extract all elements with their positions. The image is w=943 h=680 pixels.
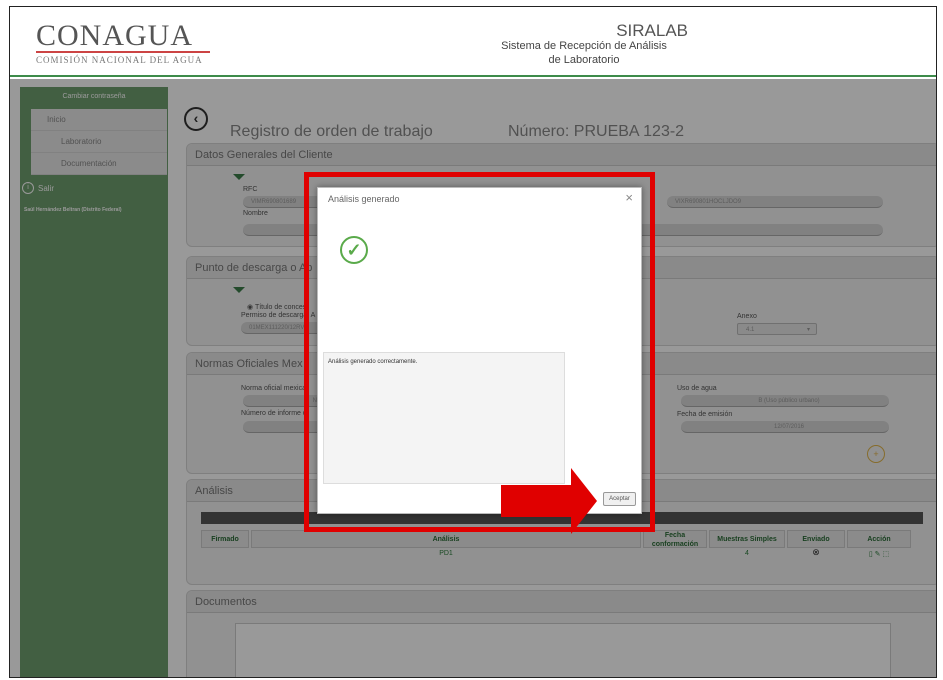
arrow-head-icon (571, 468, 597, 534)
header: CONAGUA COMISIÓN NACIONAL DEL AGUA SIRAL… (10, 7, 936, 77)
system-subtitle: Sistema de Recepción de Análisis de Labo… (480, 39, 688, 67)
system-line-1: Sistema de Recepción de Análisis (501, 40, 667, 52)
arrow-right-icon (501, 485, 573, 517)
system-name: SIRALAB (616, 21, 688, 40)
highlight-box (304, 172, 655, 532)
system-title: SIRALAB (488, 21, 688, 41)
logo-subtitle: COMISIÓN NACIONAL DEL AGUA (36, 55, 203, 65)
logo-underline (36, 51, 210, 53)
conagua-logo: CONAGUA (36, 19, 193, 52)
system-line-2: de Laboratorio (548, 54, 620, 66)
